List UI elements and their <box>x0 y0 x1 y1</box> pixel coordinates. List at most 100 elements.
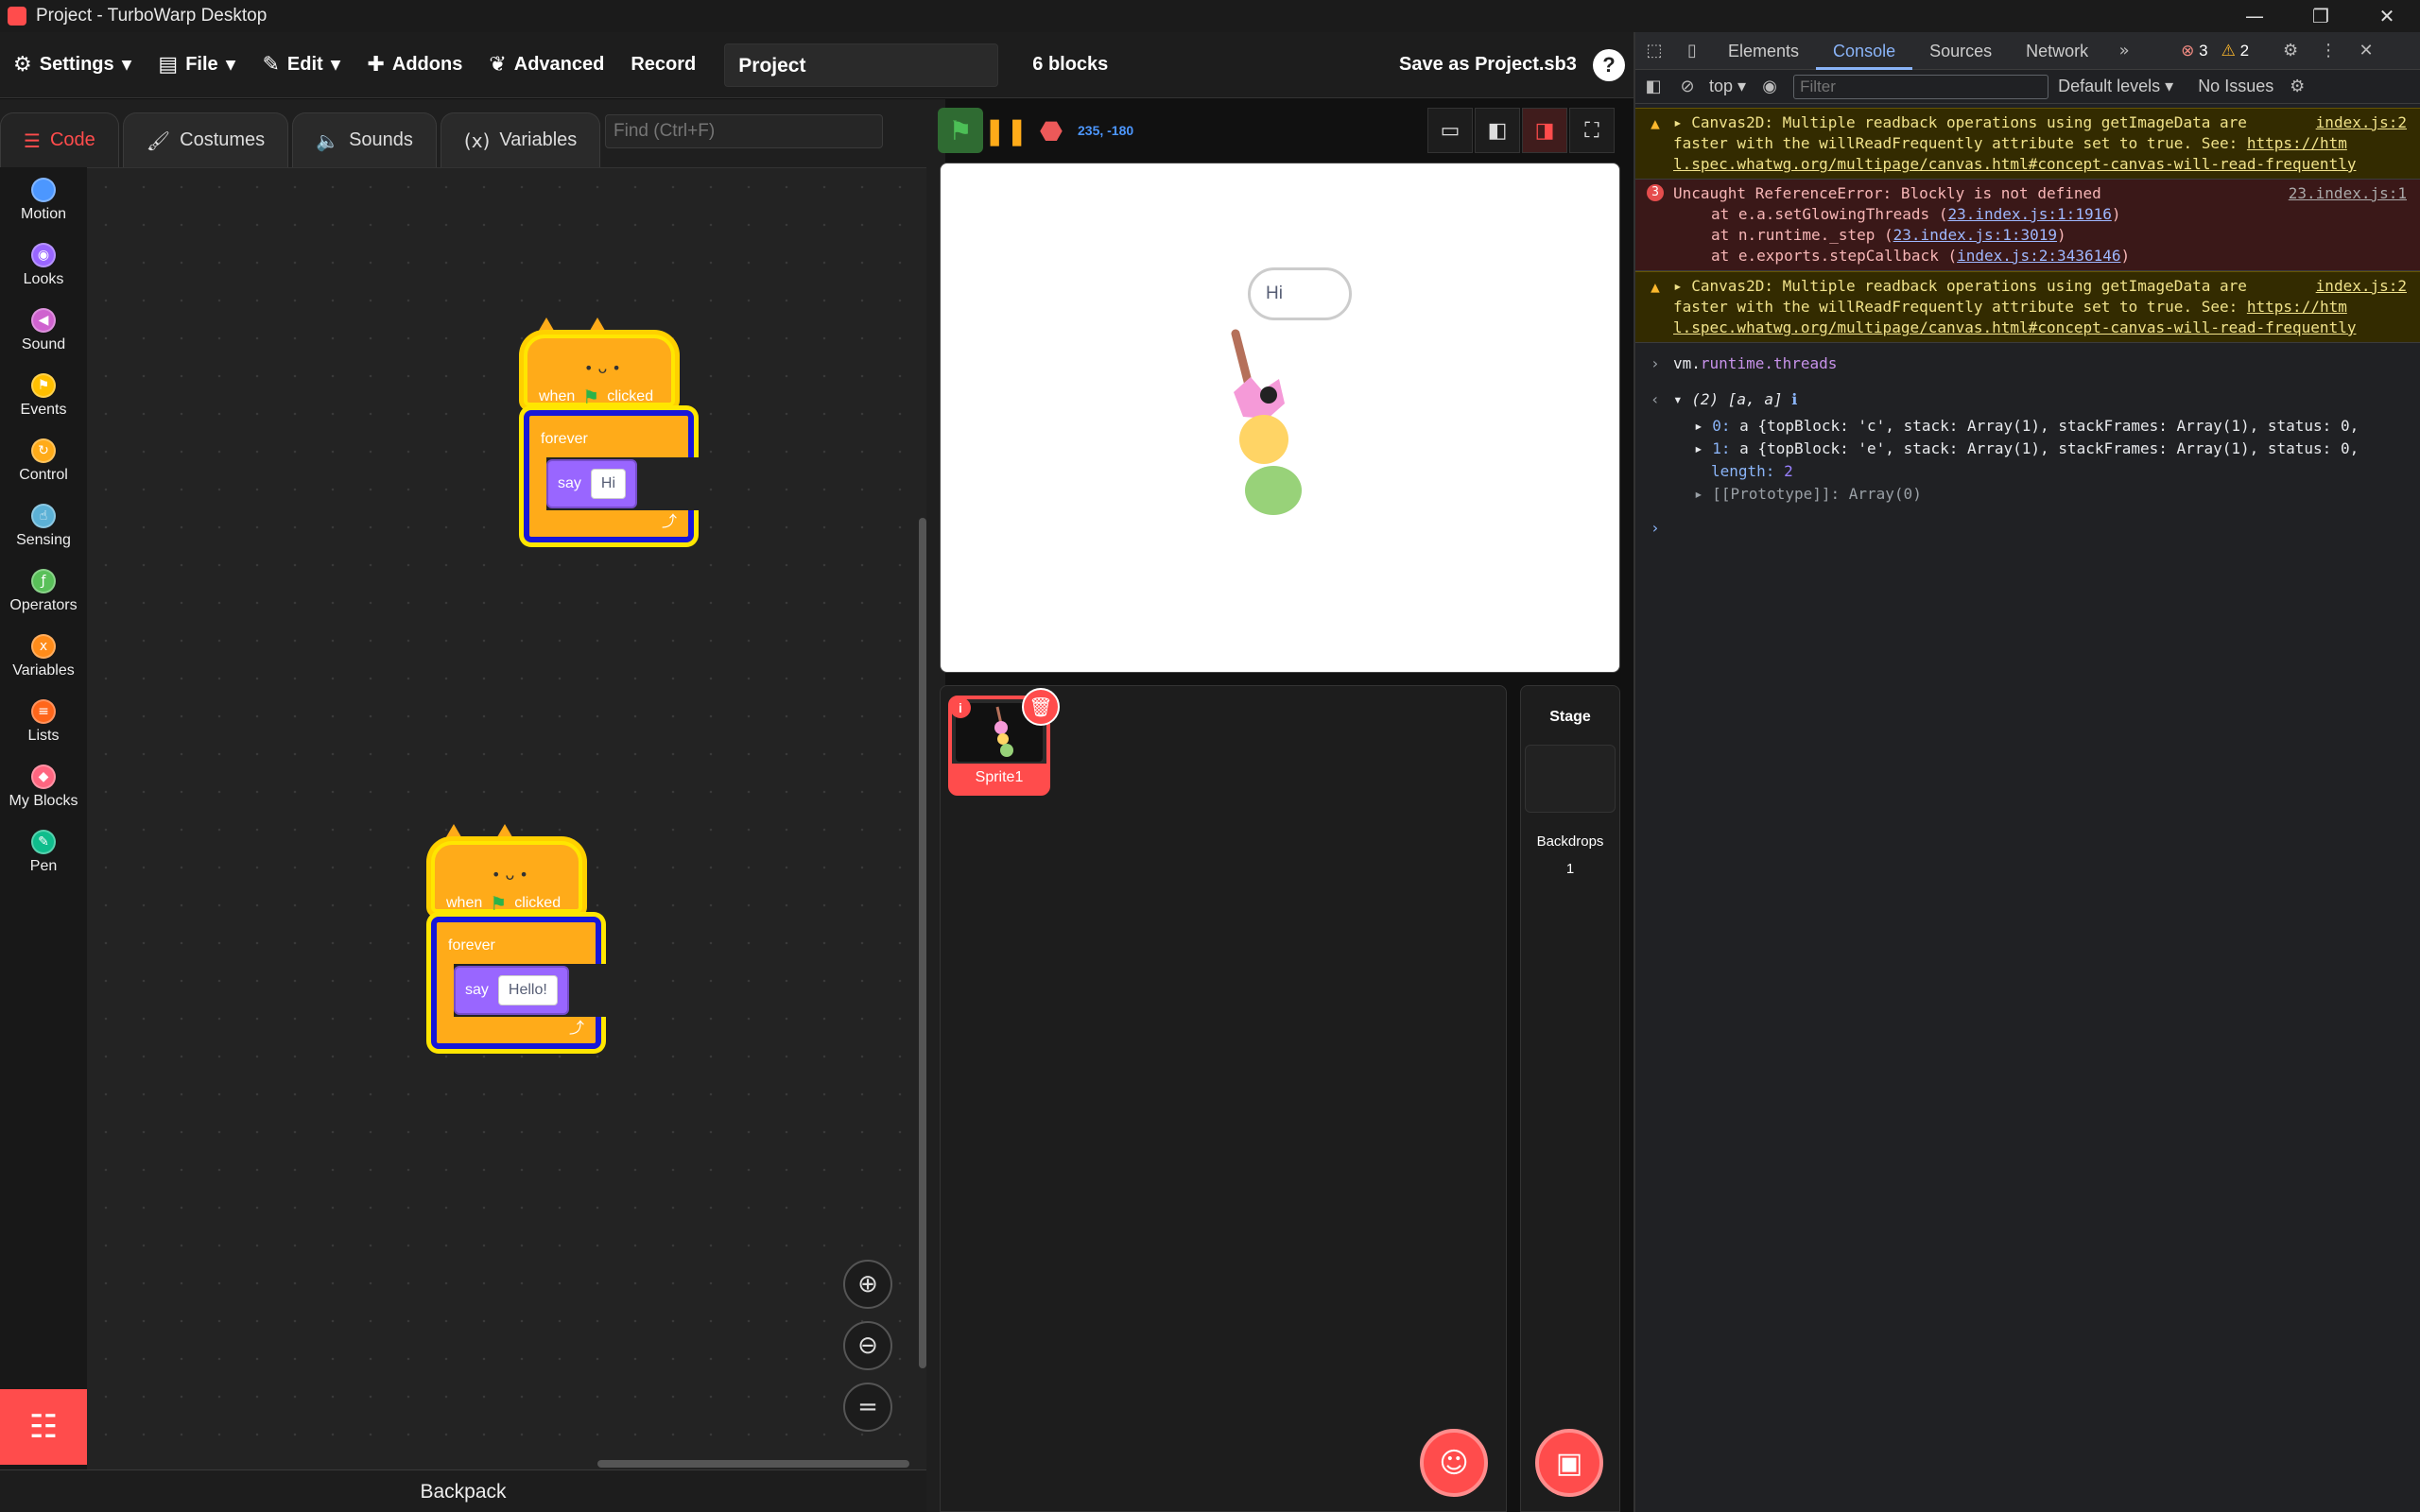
say-input[interactable]: Hello! <box>497 975 558 1005</box>
add-extension-button[interactable]: ☷ <box>0 1389 87 1465</box>
stack-link[interactable]: index.js:2:3436146 <box>1957 247 2120 265</box>
spec-link[interactable]: https://htm <box>2247 298 2347 316</box>
more-tabs-icon[interactable]: » <box>2105 41 2143 60</box>
tab-costumes[interactable]: 🖌 Costumes <box>122 112 289 167</box>
window-title: Project - TurboWarp Desktop <box>36 6 268 26</box>
clear-console-icon[interactable]: ⊘ <box>1675 77 1700 96</box>
small-stage-button[interactable]: ▭ <box>1427 108 1473 153</box>
spec-link[interactable]: https://htm <box>2247 134 2347 152</box>
console-result[interactable]: ‹ ▾ (2) [a, a] ℹ <box>1635 385 2420 415</box>
console-warning[interactable]: ▲ ▸ Canvas2D: Multiple readback operatio… <box>1635 271 2420 343</box>
fullscreen-button[interactable]: ⛶ <box>1569 108 1615 153</box>
minimize-icon[interactable]: — <box>2221 0 2288 32</box>
device-toolbar-icon[interactable]: ▯ <box>1673 41 1711 60</box>
say-block[interactable]: say Hi <box>546 459 638 508</box>
console-warning[interactable]: ▲ ▸ Canvas2D: Multiple readback operatio… <box>1635 108 2420 180</box>
log-levels-select[interactable]: Default levels ▾ <box>2058 77 2173 96</box>
file-menu[interactable]: ▤ File ▼ <box>145 32 249 98</box>
edit-menu[interactable]: ✎ Edit ▼ <box>249 32 354 98</box>
error-count: ⊗ 3 <box>2181 41 2208 60</box>
tab-network[interactable]: Network <box>2009 32 2105 70</box>
zoom-out-button[interactable]: ⊖ <box>843 1321 892 1370</box>
script-workspace[interactable]: • ᴗ • when ⚑ clicked forever say Hi ⤴ • … <box>87 167 926 1471</box>
sprite-character[interactable] <box>1215 324 1347 532</box>
delete-sprite-button[interactable]: 🗑 <box>1022 688 1060 726</box>
tab-sounds[interactable]: 🔈 Sounds <box>292 112 437 167</box>
source-link[interactable]: index.js:2 <box>2316 276 2407 297</box>
category-motion[interactable]: Motion <box>0 167 87 232</box>
result-item-1[interactable]: ▸ 1: a {topBlock: 'e', stack: Array(1), … <box>1635 438 2420 460</box>
title-bar: Project - TurboWarp Desktop — ❐ ✕ <box>0 0 2420 32</box>
console-filter-input[interactable] <box>1793 74 2049 99</box>
save-as-button[interactable]: Save as Project.sb3 <box>1399 54 1577 76</box>
category-operators[interactable]: ƒ Operators <box>0 558 87 624</box>
stack-link[interactable]: 23.index.js:1:1916 <box>1947 205 2111 223</box>
tab-console[interactable]: Console <box>1816 32 1913 70</box>
category-control[interactable]: ↻ Control <box>0 428 87 493</box>
inspect-element-icon[interactable]: ⬚ <box>1635 41 1673 60</box>
close-icon[interactable]: ✕ <box>2354 0 2420 32</box>
say-block[interactable]: say Hello! <box>454 966 569 1015</box>
add-backdrop-button[interactable]: ▣ <box>1535 1429 1603 1497</box>
category-looks[interactable]: ◉ Looks <box>0 232 87 298</box>
horizontal-scrollbar[interactable] <box>597 1460 909 1468</box>
spec-link[interactable]: l.spec.whatwg.org/multipage/canvas.html#… <box>1673 155 2356 173</box>
loop-arrow-icon: ⤴ <box>661 512 677 530</box>
source-link[interactable]: index.js:2 <box>2316 112 2407 133</box>
category-pen[interactable]: ✎ Pen <box>0 819 87 885</box>
issue-counters[interactable]: ⊗ 3 ⚠ 2 <box>2181 42 2249 60</box>
project-title-input[interactable]: Project <box>724 43 999 87</box>
category-events[interactable]: ⚑ Events <box>0 363 87 428</box>
context-select[interactable]: top ▾ <box>1709 77 1746 96</box>
addons-button[interactable]: ✚ Addons <box>354 32 475 98</box>
tab-variables[interactable]: (x) Variables <box>440 112 601 167</box>
zoom-in-button[interactable]: ⊕ <box>843 1260 892 1309</box>
stop-button[interactable]: ⬣ <box>1028 108 1074 153</box>
settings-icon[interactable]: ⚙ <box>2272 41 2309 60</box>
tab-sources[interactable]: Sources <box>1912 32 2009 70</box>
help-button[interactable]: ? <box>1593 48 1625 81</box>
kebab-menu-icon[interactable]: ⋮ <box>2309 41 2347 60</box>
result-item-0[interactable]: ▸ 0: a {topBlock: 'c', stack: Array(1), … <box>1635 415 2420 438</box>
when-flag-clicked-block[interactable]: • ᴗ • when ⚑ clicked <box>524 335 675 408</box>
tab-elements[interactable]: Elements <box>1711 32 1816 70</box>
vertical-scrollbar[interactable] <box>919 518 926 1368</box>
record-button[interactable]: Record <box>617 32 709 98</box>
spec-link[interactable]: l.spec.whatwg.org/multipage/canvas.html#… <box>1673 318 2356 336</box>
say-input[interactable]: Hi <box>590 469 627 499</box>
advanced-menu[interactable]: ❦ Advanced <box>475 32 617 98</box>
console-error[interactable]: 3 Uncaught ReferenceError: Blockly is no… <box>1635 180 2420 271</box>
stack-link[interactable]: 23.index.js:1:3019 <box>1893 226 2057 244</box>
zoom-reset-button[interactable]: = <box>843 1383 892 1432</box>
eye-icon[interactable]: ◉ <box>1755 77 1784 96</box>
category-variables[interactable]: x Variables <box>0 624 87 689</box>
backpack[interactable]: Backpack <box>0 1469 926 1512</box>
issues-count[interactable]: No Issues <box>2198 77 2273 96</box>
large-stage-button[interactable]: ◨ <box>1522 108 1567 153</box>
tab-code[interactable]: ☰ Code <box>0 112 119 167</box>
console-settings-icon[interactable]: ⚙ <box>2283 77 2311 96</box>
sprite-info-icon[interactable]: i <box>950 697 971 718</box>
result-prototype[interactable]: ▸ [[Prototype]]: Array(0) <box>1635 483 2420 506</box>
pause-button[interactable]: ❚❚ <box>983 108 1028 153</box>
normal-stage-button[interactable]: ◧ <box>1475 108 1520 153</box>
category-my-blocks[interactable]: ◆ My Blocks <box>0 754 87 819</box>
forever-block[interactable]: forever say Hello! ⤴ <box>431 917 607 1049</box>
console-prompt[interactable]: › <box>1635 513 2420 537</box>
restore-icon[interactable]: ❐ <box>2288 0 2354 32</box>
close-devtools-icon[interactable]: ✕ <box>2347 41 2385 60</box>
sidebar-toggle-icon[interactable]: ◧ <box>1641 77 1666 96</box>
green-flag-button[interactable]: ⚑ <box>938 108 983 153</box>
forever-block[interactable]: forever say Hi ⤴ <box>524 410 700 542</box>
find-input[interactable] <box>605 114 883 148</box>
when-flag-clicked-block[interactable]: • ᴗ • when ⚑ clicked <box>431 841 582 915</box>
settings-menu[interactable]: ⚙ Settings ▼ <box>0 32 145 98</box>
add-sprite-button[interactable]: ☺ <box>1420 1429 1488 1497</box>
stage-canvas[interactable]: Hi <box>940 163 1620 673</box>
category-lists[interactable]: ≡ Lists <box>0 689 87 754</box>
source-link[interactable]: 23.index.js:1 <box>2289 183 2407 204</box>
category-sound[interactable]: ◀ Sound <box>0 298 87 363</box>
stage-selector[interactable]: Stage Backdrops 1 ▣ <box>1520 685 1620 1512</box>
category-sensing[interactable]: ☝ Sensing <box>0 493 87 558</box>
turbowarp-logo-icon <box>8 7 26 26</box>
